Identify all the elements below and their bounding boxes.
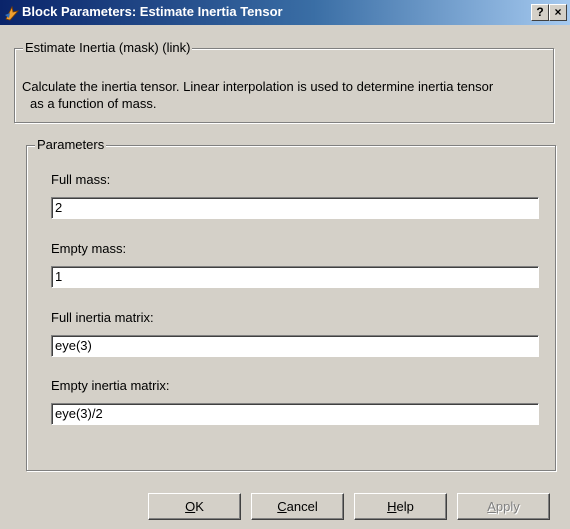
cancel-button[interactable]: Cancel	[251, 493, 344, 520]
full-mass-label: Full mass:	[51, 172, 111, 187]
ok-button[interactable]: OK	[148, 493, 241, 520]
help-title-button[interactable]: ?	[531, 4, 549, 21]
description-line-1: Calculate the inertia tensor. Linear int…	[22, 79, 494, 94]
full-inertia-matrix-label: Full inertia matrix:	[51, 310, 154, 325]
ok-mnemonic: O	[185, 499, 196, 514]
empty-mass-label: Empty mass:	[51, 241, 127, 256]
parameters-group-label: Parameters	[35, 137, 107, 152]
help-button[interactable]: Help	[354, 493, 447, 520]
help-mnemonic: H	[387, 499, 397, 514]
description-text: Calculate the inertia tensor. Linear int…	[22, 78, 547, 112]
cancel-label-rest: ancel	[286, 499, 318, 514]
apply-button[interactable]: Apply	[457, 493, 550, 520]
title-bar[interactable]: Block Parameters: Estimate Inertia Tenso…	[0, 0, 570, 25]
cancel-mnemonic: C	[277, 499, 287, 514]
block-parameters-dialog: Block Parameters: Estimate Inertia Tenso…	[0, 0, 570, 529]
apply-mnemonic: A	[487, 499, 496, 514]
empty-inertia-matrix-field[interactable]: eye(3)/2	[51, 403, 539, 425]
description-group-label: Estimate Inertia (mask) (link)	[23, 40, 193, 55]
apply-label-rest: pply	[495, 499, 520, 514]
description-line-2: as a function of mass.	[30, 96, 157, 111]
window-title: Block Parameters: Estimate Inertia Tenso…	[22, 4, 283, 19]
help-label-rest: elp	[396, 499, 414, 514]
ok-label-rest: K	[195, 499, 204, 514]
full-mass-field[interactable]: 2	[51, 197, 539, 219]
empty-inertia-matrix-label: Empty inertia matrix:	[51, 378, 170, 393]
empty-mass-field[interactable]: 1	[51, 266, 539, 288]
full-inertia-matrix-field[interactable]: eye(3)	[51, 335, 539, 357]
simulink-block-icon	[5, 5, 20, 21]
close-icon[interactable]: ×	[549, 4, 567, 21]
